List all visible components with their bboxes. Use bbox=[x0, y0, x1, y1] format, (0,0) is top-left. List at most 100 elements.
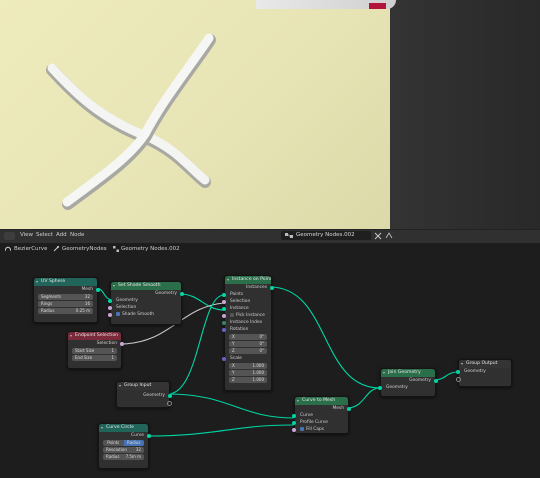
socket-label: Rotation bbox=[230, 327, 249, 332]
breadcrumb-node-tree[interactable]: Geometry Nodes.002 bbox=[121, 246, 180, 252]
close-icon bbox=[374, 232, 382, 240]
input-socket[interactable] bbox=[222, 327, 226, 332]
link-circle-to-profile bbox=[146, 424, 295, 437]
link-shade-to-instance bbox=[179, 293, 225, 311]
socket-label: Fill Caps bbox=[306, 427, 325, 432]
menu-add[interactable]: Add bbox=[56, 232, 67, 238]
input-socket[interactable] bbox=[456, 369, 460, 374]
input-socket[interactable] bbox=[108, 305, 112, 310]
node-join-geometry[interactable]: Join Geometry Geometry Geometry bbox=[378, 368, 438, 397]
socket-label: Geometry bbox=[155, 291, 177, 296]
socket-label: Scale bbox=[230, 356, 242, 361]
3d-viewport[interactable] bbox=[0, 0, 540, 229]
scale-x-field[interactable]: X 1.000 bbox=[229, 363, 267, 369]
input-socket[interactable] bbox=[108, 312, 112, 317]
start-size-field[interactable]: Start Size 1 bbox=[72, 348, 117, 354]
output-socket[interactable] bbox=[147, 433, 151, 438]
breadcrumb-modifier[interactable]: GeometryNodes bbox=[62, 246, 107, 252]
input-socket[interactable] bbox=[222, 313, 226, 318]
socket-label: Shade Smooth bbox=[122, 312, 155, 317]
node-curve-circle[interactable]: Curve Circle Curve Points Radius Resolut… bbox=[98, 423, 151, 469]
socket-label: Geometry bbox=[143, 393, 165, 398]
node-curve-to-mesh[interactable]: Curve to Mesh Mesh Curve Profile Curve F… bbox=[292, 396, 351, 434]
header-icons bbox=[374, 232, 393, 240]
resolution-field[interactable]: Resolution 32 bbox=[103, 447, 144, 453]
menu-node[interactable]: Node bbox=[70, 232, 84, 238]
rings-field[interactable]: Rings 16 bbox=[38, 301, 93, 307]
input-socket[interactable] bbox=[222, 299, 226, 304]
node-title: Group Input bbox=[117, 382, 169, 390]
input-socket[interactable] bbox=[378, 385, 382, 390]
socket-label: Selection bbox=[116, 305, 137, 310]
node-group-output[interactable]: Group Output Geometry bbox=[456, 359, 512, 387]
mode-radius[interactable]: Radius bbox=[123, 440, 144, 446]
node-tree-name: Geometry Nodes.002 bbox=[296, 232, 355, 238]
output-socket[interactable] bbox=[347, 406, 351, 411]
node-uv-sphere[interactable]: UV Sphere Mesh Segments32 Rings16 Radius… bbox=[33, 277, 100, 323]
node-canvas[interactable]: UV Sphere Mesh Segments32 Rings16 Radius… bbox=[0, 255, 540, 478]
node-group-input[interactable]: Group Input Geometry bbox=[116, 381, 172, 408]
breadcrumb: BezierCurve › GeometryNodes › Geometry N… bbox=[0, 243, 540, 255]
curve-object-icon bbox=[5, 246, 11, 252]
node-title: Curve to Mesh bbox=[295, 397, 348, 405]
input-socket[interactable] bbox=[292, 413, 296, 418]
circle-radius-field[interactable]: Radius 7.5m m bbox=[103, 454, 144, 460]
input-socket[interactable] bbox=[292, 427, 296, 432]
output-socket[interactable] bbox=[434, 378, 438, 383]
socket-label: Points bbox=[230, 292, 244, 297]
output-socket[interactable] bbox=[168, 393, 172, 398]
rotation-z-field[interactable]: Z 0° bbox=[229, 348, 267, 354]
scale-z-field[interactable]: Z 1.000 bbox=[229, 377, 267, 383]
socket-label: Mesh bbox=[332, 406, 344, 411]
input-socket[interactable] bbox=[222, 306, 226, 311]
scale-y-field[interactable]: Y 1.000 bbox=[229, 370, 267, 376]
node-editor-header: View Select Add Node bbox=[0, 229, 540, 243]
viewport-dark-area bbox=[390, 0, 540, 229]
node-title: Instance on Points bbox=[225, 276, 271, 284]
menu-select[interactable]: Select bbox=[36, 232, 53, 238]
mode-points[interactable]: Points bbox=[103, 440, 124, 446]
node-title: Join Geometry bbox=[381, 369, 435, 377]
mode-toggle[interactable]: Points Radius bbox=[103, 440, 144, 446]
node-title: Endpoint Selection bbox=[68, 332, 121, 340]
input-socket[interactable] bbox=[292, 420, 296, 425]
output-socket[interactable] bbox=[96, 287, 100, 292]
output-socket[interactable] bbox=[270, 285, 274, 290]
socket-label: Instance Index bbox=[230, 320, 263, 325]
node-instance-on-points[interactable]: Instance on Points Instances Points Sele… bbox=[222, 275, 274, 391]
breadcrumb-separator: › bbox=[44, 246, 47, 252]
breadcrumb-object[interactable]: BezierCurve bbox=[14, 246, 47, 252]
shade-smooth-checkbox[interactable] bbox=[116, 311, 120, 316]
output-socket[interactable] bbox=[120, 341, 124, 346]
node-tree-icon bbox=[113, 246, 119, 252]
rotation-y-field[interactable]: Y 0° bbox=[229, 341, 267, 347]
editor-type-button[interactable] bbox=[4, 232, 15, 240]
input-socket[interactable] bbox=[222, 292, 226, 297]
node-title: Group Output bbox=[459, 360, 511, 368]
socket-label: Selection bbox=[230, 299, 251, 304]
node-title: Set Shade Smooth bbox=[111, 282, 181, 290]
node-set-shade-smooth[interactable]: Set Shade Smooth Geometry Geometry Selec… bbox=[108, 281, 184, 325]
pin-icon bbox=[385, 232, 393, 239]
node-tree-selector[interactable]: Geometry Nodes.002 bbox=[281, 231, 371, 240]
end-size-field[interactable]: End Size 1 bbox=[72, 355, 117, 361]
wrench-icon bbox=[53, 246, 59, 252]
empty-socket[interactable] bbox=[456, 376, 461, 382]
empty-socket[interactable] bbox=[167, 400, 172, 406]
node-endpoint-selection[interactable]: Endpoint Selection Selection Start Size1… bbox=[67, 331, 124, 369]
output-socket[interactable] bbox=[180, 291, 184, 296]
socket-label: Instances bbox=[246, 285, 267, 290]
menu-view[interactable]: View bbox=[20, 232, 33, 238]
segments-field[interactable]: Segments 32 bbox=[38, 294, 93, 300]
input-socket[interactable] bbox=[222, 320, 226, 325]
input-socket[interactable] bbox=[222, 356, 226, 361]
input-socket[interactable] bbox=[108, 298, 112, 303]
socket-label: Geometry bbox=[116, 298, 138, 303]
x-tube-render bbox=[46, 33, 216, 210]
socket-label: Selection bbox=[96, 341, 117, 346]
radius-field[interactable]: Radius 0.25 m bbox=[38, 308, 93, 314]
breadcrumb-separator: › bbox=[104, 246, 107, 252]
rotation-x-field[interactable]: X 0° bbox=[229, 334, 267, 340]
fill-caps-checkbox[interactable] bbox=[300, 426, 304, 431]
pick-instance-checkbox[interactable] bbox=[230, 312, 234, 317]
